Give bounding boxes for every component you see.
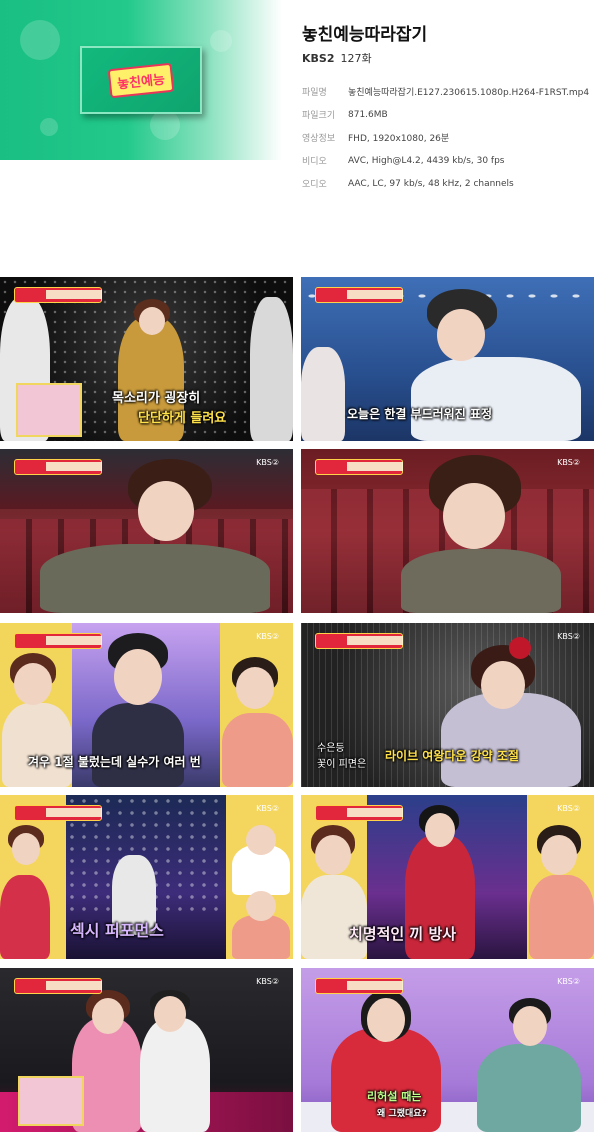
- caption: 겨우 1절 불렀는데 실수가 여러 번: [28, 755, 201, 769]
- file-meta-table: 파일명 놓친예능따라잡기.E127.230615.1080p.H264-F1RST…: [302, 80, 592, 195]
- page-title: 놓친예능따라잡기: [302, 25, 428, 45]
- kbs-watermark: KBS②: [256, 804, 279, 813]
- screenshot-1[interactable]: 목소리가 굉장히 단단하게 들려요: [0, 277, 293, 441]
- screenshot-10[interactable]: KBS② 리허설 때는 왜 그랬대요?: [301, 968, 594, 1132]
- caption: 오늘은 한결 부드러워진 표정: [347, 407, 493, 421]
- kbs-watermark: KBS②: [256, 977, 279, 986]
- caption: 치명적인 끼 방사: [349, 925, 457, 943]
- caption: 꽃이 피면은: [317, 759, 367, 770]
- screenshot-6[interactable]: KBS② 수은등 꽃이 피면은 라이브 여왕다운 강약 조절: [301, 623, 594, 787]
- episode-label: 127화: [340, 52, 372, 65]
- kbs-watermark: KBS②: [557, 458, 580, 467]
- screenshot-7[interactable]: KBS② 섹시 퍼포먼스: [0, 795, 293, 959]
- kbs-watermark: KBS②: [557, 804, 580, 813]
- kbs-watermark: KBS②: [557, 632, 580, 641]
- meta-row-video: 비디오 AVC, High@L4.2, 4439 kb/s, 30 fps: [302, 155, 505, 168]
- screenshot-9[interactable]: KBS②: [0, 968, 293, 1132]
- caption: 라이브 여왕다운 강약 조절: [385, 749, 519, 763]
- caption: 수은등: [317, 743, 345, 754]
- kbs-watermark: KBS②: [256, 458, 279, 467]
- caption: 목소리가 굉장히: [112, 391, 201, 406]
- screenshot-2[interactable]: 오늘은 한결 부드러워진 표정: [301, 277, 594, 441]
- show-logo-text: 놓친예능: [107, 62, 175, 98]
- meta-row-audio: 오디오 AAC, LC, 97 kb/s, 48 kHz, 2 channels: [302, 178, 514, 191]
- meta-row-videoinfo: 영상정보 FHD, 1920x1080, 26분: [302, 134, 450, 144]
- caption: 단단하게 들려요: [138, 411, 227, 426]
- cover-thumbnail[interactable]: 놓친예능: [0, 0, 282, 160]
- meta-row-filesize: 파일크기 871.6MB: [302, 109, 388, 122]
- caption: 섹시 퍼포먼스: [70, 921, 164, 940]
- screenshot-5[interactable]: KBS② 겨우 1절 불렀는데 실수가 여러 번: [0, 623, 293, 787]
- kbs-watermark: KBS②: [256, 632, 279, 641]
- video-info-header: 놓친예능 놓친예능따라잡기 KBS2 127화 파일명 놓친예능따라잡기.E127.…: [0, 0, 600, 240]
- kbs-watermark: KBS②: [557, 977, 580, 986]
- channel-label: KBS2: [302, 52, 335, 65]
- screenshot-4[interactable]: KBS②: [301, 449, 594, 613]
- screenshot-3[interactable]: KBS②: [0, 449, 293, 613]
- show-logo: 놓친예능: [80, 46, 202, 114]
- channel-episode: KBS2 127화: [302, 50, 372, 66]
- meta-row-filename: 파일명 놓친예능따라잡기.E127.230615.1080p.H264-F1RST…: [302, 88, 590, 98]
- screenshot-8[interactable]: KBS② 치명적인 끼 방사: [301, 795, 594, 959]
- caption: 왜 그랬대요?: [377, 1109, 427, 1119]
- caption: 리허설 때는: [367, 1090, 422, 1103]
